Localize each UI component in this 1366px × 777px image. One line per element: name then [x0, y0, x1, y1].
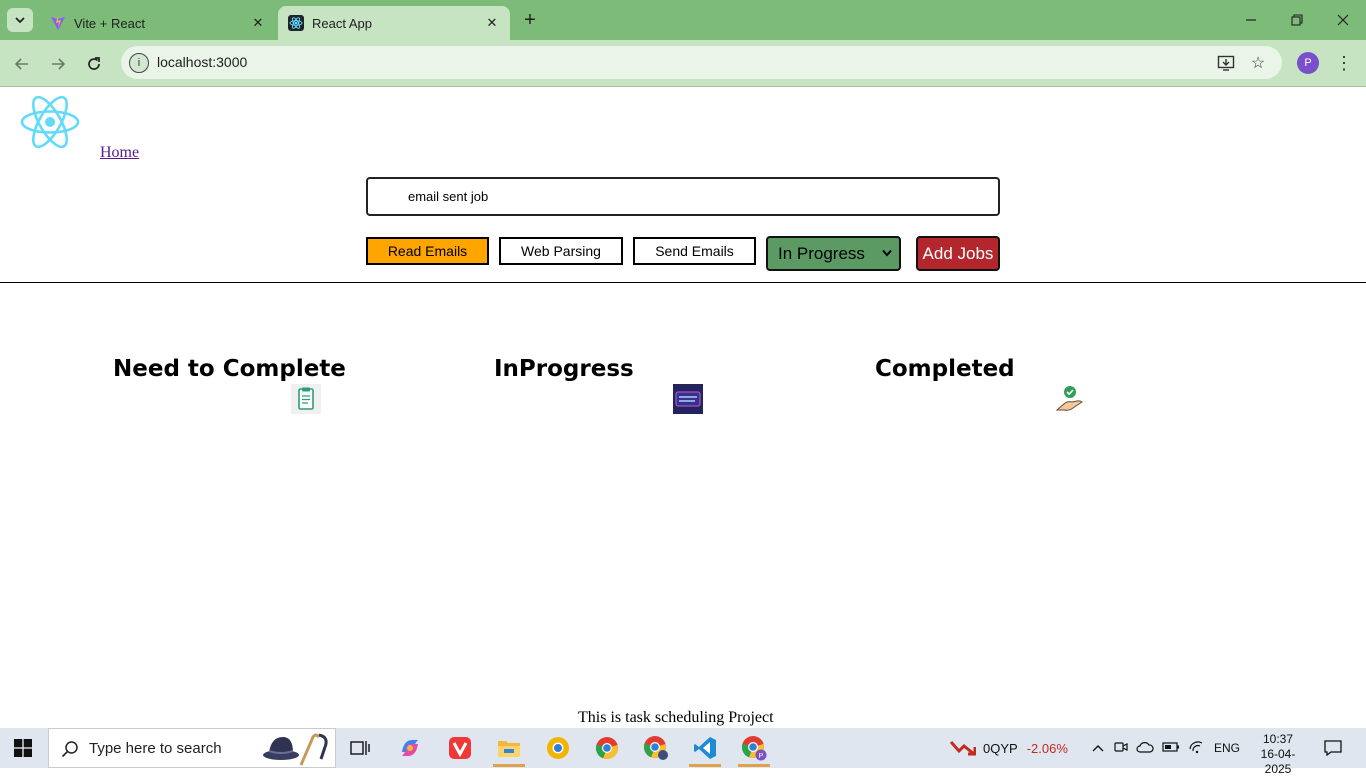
taskbar-search-placeholder: Type here to search — [89, 739, 222, 757]
back-button[interactable] — [10, 52, 34, 76]
arrow-left-icon — [14, 58, 28, 70]
meet-now-icon[interactable] — [1114, 740, 1128, 757]
react-icon — [288, 15, 304, 31]
restore-icon — [1291, 14, 1303, 26]
close-window-button[interactable] — [1320, 8, 1366, 32]
address-bar[interactable]: i localhost:3000 ☆ — [121, 46, 1282, 79]
file-explorer-icon[interactable] — [489, 732, 529, 767]
chevron-up-icon[interactable] — [1090, 741, 1106, 755]
chevron-down-icon — [882, 248, 892, 260]
taskbar-search-box[interactable]: Type here to search — [48, 728, 336, 768]
home-link[interactable]: Home — [100, 144, 139, 162]
install-app-icon[interactable] — [1215, 52, 1237, 74]
windows-start-icon[interactable] — [14, 739, 32, 757]
stock-change: -2.06% — [1026, 740, 1068, 756]
send-emails-button[interactable]: Send Emails — [633, 237, 756, 265]
react-logo — [20, 95, 80, 149]
chrome-canary-icon[interactable] — [538, 732, 578, 764]
stock-ticker: 0QYP — [983, 740, 1018, 756]
bookmark-star-icon[interactable]: ☆ — [1247, 52, 1269, 74]
column-title-inprogress: InProgress — [494, 356, 634, 382]
job-search-input[interactable]: email sent job — [366, 177, 1000, 216]
new-tab-button[interactable]: + — [520, 10, 540, 30]
header-divider — [0, 282, 1366, 283]
close-icon[interactable]: ✕ — [484, 15, 500, 31]
reload-icon — [88, 57, 100, 70]
restore-button[interactable] — [1274, 8, 1320, 32]
column-title-need-to-complete: Need to Complete — [113, 356, 346, 382]
wifi-icon[interactable] — [1188, 740, 1204, 757]
onedrive-cloud-icon[interactable] — [1136, 741, 1154, 756]
chevron-down-icon — [15, 17, 25, 24]
tab-search-button[interactable] — [7, 8, 33, 32]
svg-text:P: P — [759, 753, 764, 760]
task-view-icon[interactable] — [340, 732, 380, 764]
minimize-icon — [1246, 19, 1256, 21]
profile-avatar[interactable]: P — [1297, 52, 1319, 74]
windows-taskbar: Type here to search P 0QYP -2.06% ENG 10… — [0, 728, 1366, 776]
chrome-icon[interactable] — [587, 732, 627, 764]
notifications-icon[interactable] — [1324, 728, 1342, 768]
clock-date: 16-04-2025 — [1260, 747, 1296, 776]
system-tray-icons: ENG — [1090, 728, 1240, 768]
url-text: localhost:3000 — [157, 54, 248, 70]
search-icon — [61, 741, 78, 758]
hand-check-icon — [1055, 384, 1085, 414]
status-select[interactable]: In Progress — [766, 236, 901, 271]
stock-widget[interactable]: 0QYP -2.06% — [950, 728, 1068, 768]
browser-toolbar: i localhost:3000 ☆ P ⋮ — [0, 40, 1366, 87]
vite-icon — [50, 15, 66, 31]
web-parsing-button[interactable]: Web Parsing — [499, 237, 623, 265]
stock-trend-icon — [950, 741, 976, 756]
arrow-right-icon — [52, 58, 66, 70]
forward-button[interactable] — [46, 52, 70, 76]
close-icon — [1337, 14, 1349, 26]
read-emails-button[interactable]: Read Emails — [366, 237, 489, 265]
hat-and-cane-icon — [263, 733, 328, 766]
browser-tabstrip: Vite + React ✕ React App ✕ + — [0, 0, 1366, 40]
app-page: Home email sent job Read Emails Web Pars… — [0, 87, 1366, 728]
browser-tab-react-app[interactable]: React App ✕ — [278, 6, 510, 40]
vscode-icon[interactable] — [685, 732, 725, 767]
chrome-profile-icon[interactable] — [636, 732, 676, 764]
vivaldi-icon[interactable] — [440, 732, 480, 764]
browser-menu-icon[interactable]: ⋮ — [1334, 51, 1354, 75]
search-input-value: email sent job — [408, 189, 489, 204]
in-progress-badge-icon — [673, 384, 703, 414]
taskbar-clock[interactable]: 10:37 16-04-2025 — [1250, 732, 1306, 777]
chrome-active-profile-icon[interactable]: P — [734, 732, 774, 767]
clock-time: 10:37 — [1262, 732, 1294, 746]
tab-title: Vite + React — [74, 15, 145, 31]
status-select-value: In Progress — [778, 243, 865, 263]
browser-tab-vite[interactable]: Vite + React ✕ — [40, 6, 276, 40]
column-title-completed: Completed — [875, 356, 1015, 382]
footer-text: This is task scheduling Project — [578, 709, 774, 726]
reload-button[interactable] — [82, 52, 106, 76]
close-icon[interactable]: ✕ — [250, 15, 266, 31]
tab-title: React App — [312, 15, 372, 31]
clipboard-icon — [291, 384, 321, 414]
site-info-icon[interactable]: i — [129, 53, 149, 73]
add-jobs-button[interactable]: Add Jobs — [916, 236, 1000, 271]
battery-icon[interactable] — [1162, 741, 1180, 755]
minimize-button[interactable] — [1228, 8, 1274, 32]
language-indicator[interactable]: ENG — [1214, 741, 1240, 755]
copilot-icon[interactable] — [390, 732, 430, 764]
